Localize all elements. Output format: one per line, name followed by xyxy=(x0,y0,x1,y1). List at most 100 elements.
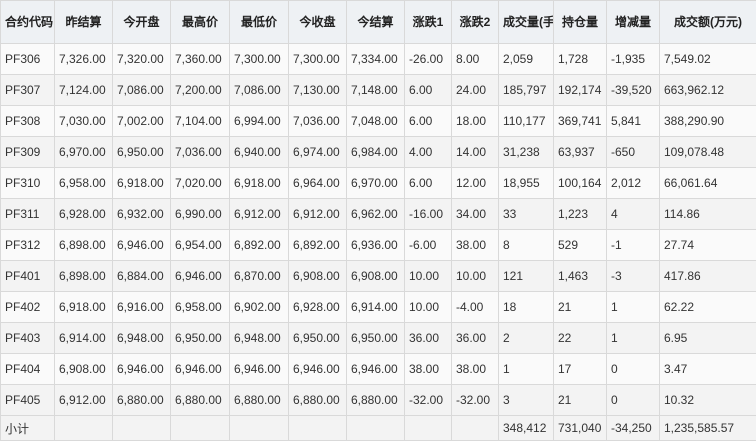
cell-turnover: 663,962.12 xyxy=(659,74,756,106)
subtotal-cell xyxy=(451,415,499,441)
cell-prev-settle: 6,914.00 xyxy=(54,322,113,354)
cell-contract-code: PF307 xyxy=(0,74,55,106)
cell-volume: 1 xyxy=(498,353,554,385)
cell-open-interest: 21 xyxy=(553,291,607,323)
cell-change1: 6.00 xyxy=(404,105,452,137)
cell-change2: 24.00 xyxy=(451,74,499,106)
cell-close: 6,880.00 xyxy=(288,384,347,416)
cell-turnover: 66,061.64 xyxy=(659,167,756,199)
cell-change1: 6.00 xyxy=(404,167,452,199)
cell-open: 6,918.00 xyxy=(112,167,171,199)
cell-prev-settle: 7,326.00 xyxy=(54,43,113,75)
header-open-interest: 持仓量 xyxy=(553,0,607,44)
cell-change1: 4.00 xyxy=(404,136,452,168)
cell-volume: 33 xyxy=(498,198,554,230)
cell-low: 6,994.00 xyxy=(229,105,289,137)
cell-prev-settle: 6,898.00 xyxy=(54,260,113,292)
subtotal-label: 小计 xyxy=(0,415,55,441)
subtotal-cell xyxy=(346,415,405,441)
cell-settle: 6,880.00 xyxy=(346,384,405,416)
table-row: PF306 7,326.00 7,320.00 7,360.00 7,300.00 7,3… xyxy=(0,43,756,75)
cell-oi-change: -1 xyxy=(606,229,660,261)
cell-open: 6,948.00 xyxy=(112,322,171,354)
subtotal-oi-change: -34,250 xyxy=(606,415,660,441)
cell-prev-settle: 7,030.00 xyxy=(54,105,113,137)
cell-high: 7,020.00 xyxy=(170,167,230,199)
cell-turnover: 27.74 xyxy=(659,229,756,261)
header-volume: 成交量(手) xyxy=(498,0,554,44)
table-body: PF306 7,326.00 7,320.00 7,360.00 7,300.00 7,3… xyxy=(0,43,756,416)
cell-change2: 36.00 xyxy=(451,322,499,354)
subtotal-open-interest: 731,040 xyxy=(553,415,607,441)
cell-open: 7,320.00 xyxy=(112,43,171,75)
header-high: 最高价 xyxy=(170,0,230,44)
cell-high: 6,950.00 xyxy=(170,322,230,354)
cell-contract-code: PF312 xyxy=(0,229,55,261)
cell-open-interest: 192,174 xyxy=(553,74,607,106)
cell-oi-change: 0 xyxy=(606,384,660,416)
subtotal-cell xyxy=(404,415,452,441)
header-prev-settle: 昨结算 xyxy=(54,0,113,44)
cell-change2: -4.00 xyxy=(451,291,499,323)
cell-turnover: 114.86 xyxy=(659,198,756,230)
subtotal-turnover: 1,235,585.57 xyxy=(659,415,756,441)
cell-settle: 6,950.00 xyxy=(346,322,405,354)
cell-volume: 121 xyxy=(498,260,554,292)
cell-open: 7,002.00 xyxy=(112,105,171,137)
cell-open: 6,946.00 xyxy=(112,353,171,385)
header-open: 今开盘 xyxy=(112,0,171,44)
cell-change2: -32.00 xyxy=(451,384,499,416)
cell-close: 7,300.00 xyxy=(288,43,347,75)
table-row: PF309 6,970.00 6,950.00 7,036.00 6,940.00 6,9… xyxy=(0,136,756,168)
header-contract-code: 合约代码 xyxy=(0,0,55,44)
cell-high: 6,954.00 xyxy=(170,229,230,261)
futures-quote-table: 合约代码 昨结算 今开盘 最高价 最低价 今收盘 今结算 涨跌1 涨跌2 成交量… xyxy=(0,0,756,441)
header-close: 今收盘 xyxy=(288,0,347,44)
cell-high: 6,880.00 xyxy=(170,384,230,416)
cell-prev-settle: 6,928.00 xyxy=(54,198,113,230)
cell-volume: 18,955 xyxy=(498,167,554,199)
cell-open: 6,884.00 xyxy=(112,260,171,292)
cell-volume: 31,238 xyxy=(498,136,554,168)
cell-contract-code: PF308 xyxy=(0,105,55,137)
table-row: PF312 6,898.00 6,946.00 6,954.00 6,892.00 6,8… xyxy=(0,229,756,261)
header-settle: 今结算 xyxy=(346,0,405,44)
cell-open: 6,880.00 xyxy=(112,384,171,416)
cell-open-interest: 17 xyxy=(553,353,607,385)
cell-oi-change: -1,935 xyxy=(606,43,660,75)
cell-oi-change: 4 xyxy=(606,198,660,230)
cell-settle: 6,908.00 xyxy=(346,260,405,292)
cell-prev-settle: 6,908.00 xyxy=(54,353,113,385)
cell-turnover: 6.95 xyxy=(659,322,756,354)
table-row: PF403 6,914.00 6,948.00 6,950.00 6,948.00 6,9… xyxy=(0,322,756,354)
cell-oi-change: 1 xyxy=(606,322,660,354)
cell-contract-code: PF403 xyxy=(0,322,55,354)
cell-change1: -32.00 xyxy=(404,384,452,416)
cell-prev-settle: 6,918.00 xyxy=(54,291,113,323)
cell-open: 6,932.00 xyxy=(112,198,171,230)
cell-close: 6,892.00 xyxy=(288,229,347,261)
cell-settle: 6,970.00 xyxy=(346,167,405,199)
header-low: 最低价 xyxy=(229,0,289,44)
cell-high: 7,036.00 xyxy=(170,136,230,168)
cell-change1: -6.00 xyxy=(404,229,452,261)
cell-open-interest: 1,223 xyxy=(553,198,607,230)
cell-high: 7,104.00 xyxy=(170,105,230,137)
cell-close: 6,950.00 xyxy=(288,322,347,354)
cell-change1: -16.00 xyxy=(404,198,452,230)
cell-open: 6,916.00 xyxy=(112,291,171,323)
cell-change2: 38.00 xyxy=(451,353,499,385)
cell-oi-change: 2,012 xyxy=(606,167,660,199)
subtotal-cell xyxy=(54,415,113,441)
cell-volume: 8 xyxy=(498,229,554,261)
cell-turnover: 10.32 xyxy=(659,384,756,416)
table-row: PF405 6,912.00 6,880.00 6,880.00 6,880.00 6,8… xyxy=(0,384,756,416)
cell-contract-code: PF311 xyxy=(0,198,55,230)
cell-oi-change: 0 xyxy=(606,353,660,385)
cell-settle: 6,984.00 xyxy=(346,136,405,168)
cell-change1: 6.00 xyxy=(404,74,452,106)
header-change1: 涨跌1 xyxy=(404,0,452,44)
table-footer: 小计 348,412 731,040 -34,250 1,235,585.57 xyxy=(0,415,756,441)
cell-close: 6,928.00 xyxy=(288,291,347,323)
cell-oi-change: -3 xyxy=(606,260,660,292)
